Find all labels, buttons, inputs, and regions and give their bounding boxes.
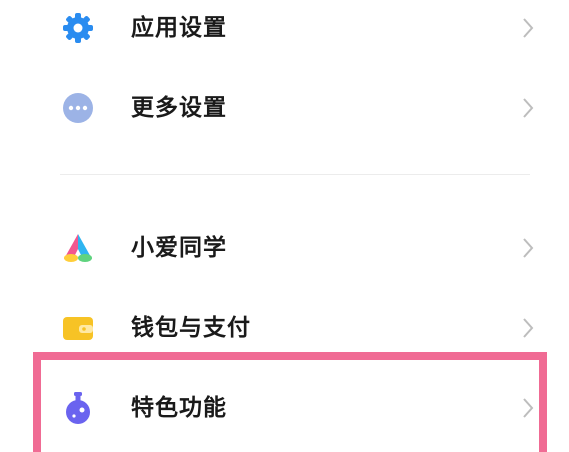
- wallet-icon: [59, 309, 97, 347]
- settings-item-app-settings[interactable]: 应用设置: [0, 0, 569, 68]
- flask-icon: [59, 389, 97, 427]
- section-divider: [60, 174, 530, 175]
- chevron-right-icon: [520, 236, 536, 260]
- settings-item-label: 应用设置: [131, 15, 227, 41]
- settings-item-label: 小爱同学: [131, 235, 227, 261]
- settings-item-xiaoai[interactable]: 小爱同学: [0, 208, 569, 288]
- gear-icon: [59, 9, 97, 47]
- settings-item-special-features[interactable]: 特色功能: [0, 368, 569, 448]
- chevron-right-icon: [520, 16, 536, 40]
- settings-item-wallet[interactable]: 钱包与支付: [0, 288, 569, 368]
- xiaoai-icon: [59, 229, 97, 267]
- settings-item-more-settings[interactable]: 更多设置: [0, 68, 569, 148]
- chevron-right-icon: [520, 316, 536, 340]
- settings-item-label: 更多设置: [131, 95, 227, 121]
- chevron-right-icon: [520, 396, 536, 420]
- settings-item-label: 特色功能: [131, 395, 227, 421]
- chevron-right-icon: [520, 96, 536, 120]
- more-dots-icon: [59, 89, 97, 127]
- settings-item-label: 钱包与支付: [131, 315, 251, 341]
